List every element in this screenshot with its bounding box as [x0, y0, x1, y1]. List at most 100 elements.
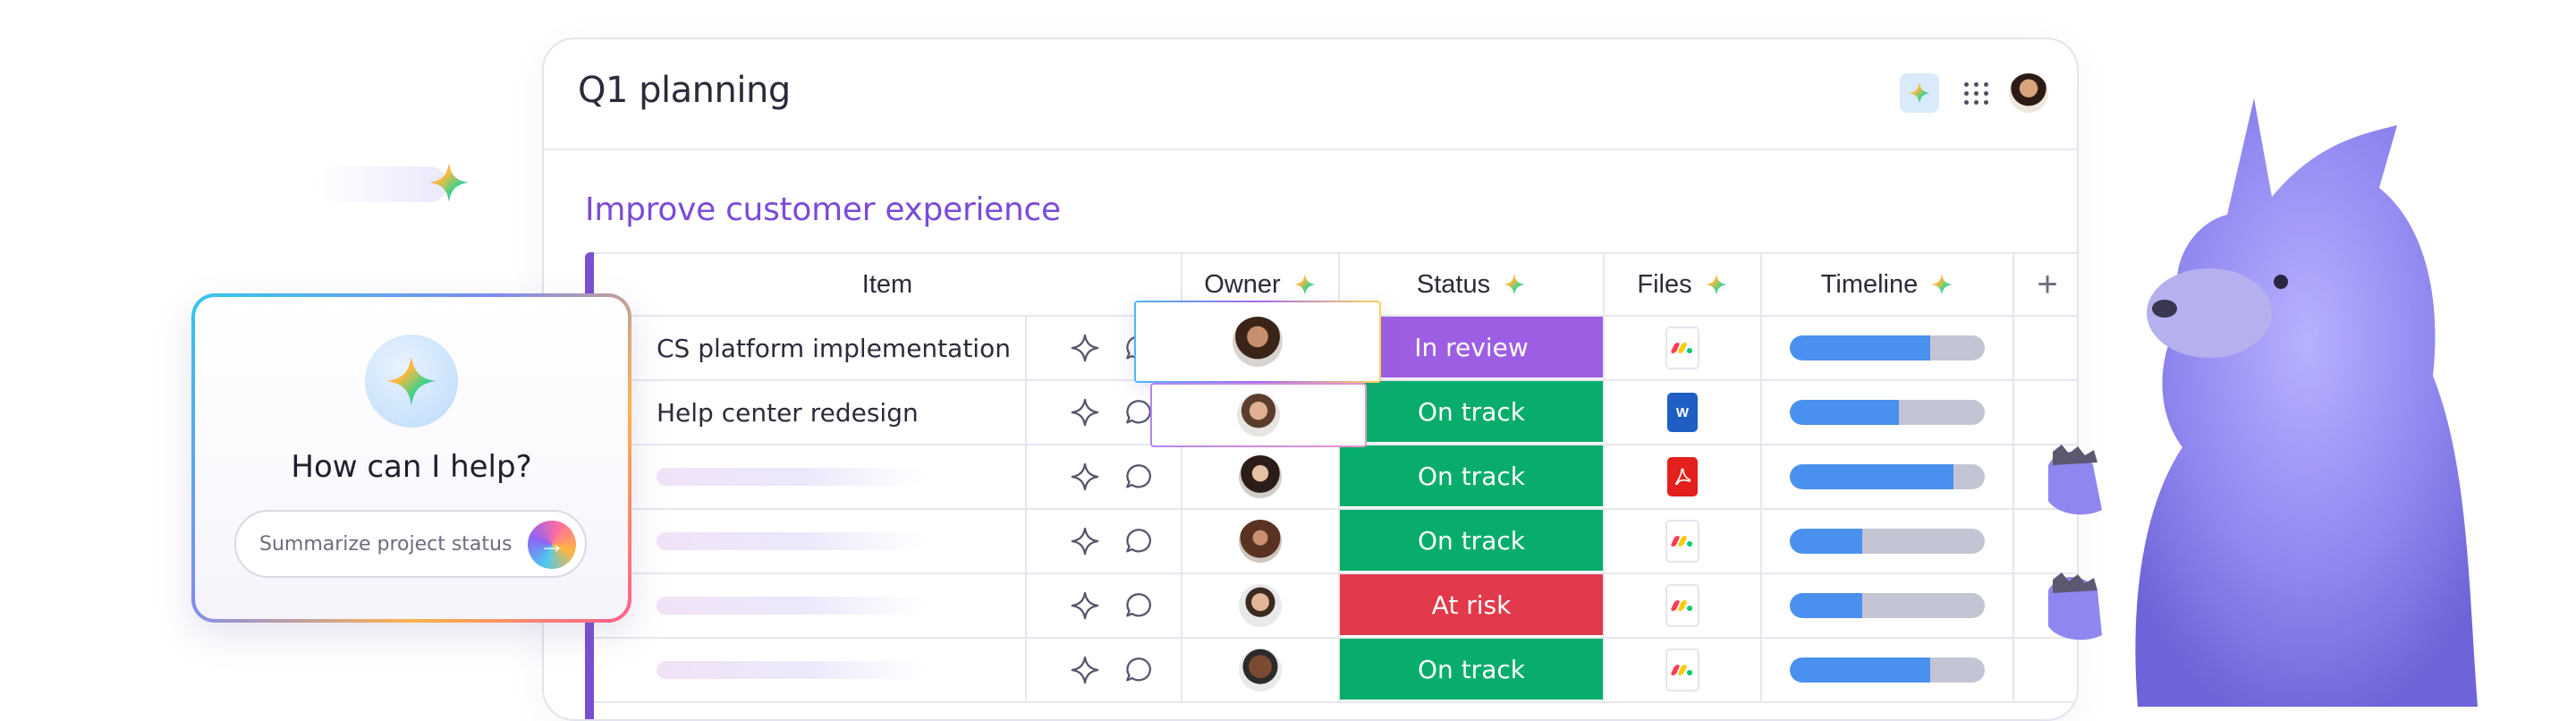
send-button[interactable]: → — [528, 521, 576, 569]
item-cell[interactable] — [594, 639, 1027, 703]
column-header-label: Owner — [1204, 269, 1281, 299]
files-cell[interactable] — [1605, 317, 1762, 381]
timeline-cell[interactable] — [1762, 510, 2014, 574]
pdf-file-icon[interactable] — [1667, 457, 1698, 496]
item-cell[interactable] — [594, 445, 1027, 510]
monday-file-icon[interactable] — [1665, 327, 1699, 369]
assistant-prompt-input[interactable]: Summarize project status → — [234, 510, 587, 578]
table-row[interactable]: On track — [594, 639, 2077, 703]
ai-sparkle-icon — [429, 163, 469, 202]
files-cell[interactable] — [1605, 445, 1762, 510]
avatar — [1233, 317, 1283, 367]
alpaca-mascot-illustration — [2048, 98, 2478, 707]
table-row[interactable]: At risk — [594, 574, 2077, 639]
column-header-label: Files — [1637, 269, 1692, 299]
timeline-bar — [1790, 529, 1985, 554]
item-actions-cell — [1027, 574, 1182, 639]
avatar — [1239, 520, 1282, 563]
comment-bubble-icon[interactable] — [1123, 590, 1154, 621]
item-actions-cell — [1027, 639, 1182, 703]
column-header-label: Item — [861, 269, 913, 299]
ai-sparkle-icon — [1931, 274, 1953, 295]
ai-assistant-button[interactable] — [1900, 73, 1939, 113]
comment-bubble-icon[interactable] — [1123, 526, 1154, 556]
ai-sparkle-outline-icon[interactable] — [1070, 397, 1100, 428]
owner-cell[interactable] — [1182, 445, 1340, 510]
avatar — [1239, 584, 1282, 627]
arrow-right-icon: → — [538, 530, 565, 559]
item-placeholder-bar — [657, 597, 925, 615]
status-label: At risk — [1340, 574, 1603, 635]
item-name: CS platform implementation — [657, 333, 1011, 363]
ai-sparkle-outline-icon[interactable] — [1070, 333, 1100, 363]
ai-sparkle-outline-icon[interactable] — [1070, 590, 1100, 621]
files-cell[interactable] — [1605, 574, 1762, 639]
item-cell[interactable] — [594, 510, 1027, 574]
group-title: Improve customer experience — [585, 191, 1061, 228]
item-placeholder-bar — [657, 532, 925, 550]
column-header-label: Timeline — [1820, 269, 1919, 299]
ai-sparkle-icon — [1909, 82, 1930, 104]
status-cell[interactable]: At risk — [1340, 574, 1605, 639]
owner-cell[interactable] — [1182, 574, 1340, 639]
comment-bubble-icon[interactable] — [1123, 462, 1154, 492]
files-cell[interactable] — [1605, 510, 1762, 574]
timeline-cell[interactable] — [1762, 639, 2014, 703]
item-name: Help center redesign — [657, 397, 919, 428]
status-cell[interactable]: On track — [1340, 381, 1605, 445]
ai-help-card: How can I help? Summarize project status… — [191, 293, 631, 623]
item-actions-cell — [1027, 510, 1182, 574]
timeline-cell[interactable] — [1762, 317, 2014, 381]
board-header: Q1 planning — [544, 39, 2077, 150]
table-row[interactable]: On track — [594, 445, 2077, 510]
avatar — [1237, 394, 1280, 437]
status-label: On track — [1340, 639, 1603, 700]
item-actions-cell — [1027, 445, 1182, 510]
monday-file-icon[interactable] — [1665, 520, 1699, 563]
item-cell[interactable]: Help center redesign — [594, 381, 1027, 445]
status-cell[interactable]: On track — [1340, 639, 1605, 703]
monday-file-icon[interactable] — [1665, 649, 1699, 691]
owner-cell-focus[interactable] — [1134, 301, 1381, 383]
assistant-prompt-text: Summarize project status — [259, 533, 513, 556]
timeline-bar — [1790, 464, 1985, 489]
timeline-cell[interactable] — [1762, 445, 2014, 510]
status-cell[interactable]: On track — [1340, 510, 1605, 574]
status-label: On track — [1340, 510, 1603, 571]
ai-sparkle-outline-icon[interactable] — [1070, 526, 1100, 556]
files-cell[interactable] — [1605, 639, 1762, 703]
status-label: On track — [1340, 445, 1603, 506]
timeline-progress — [1790, 529, 1862, 554]
monday-file-icon[interactable] — [1665, 584, 1699, 627]
ai-sparkle-outline-icon[interactable] — [1070, 462, 1100, 492]
owner-cell[interactable] — [1182, 639, 1340, 703]
owner-cell[interactable] — [1182, 510, 1340, 574]
column-header-files[interactable]: Files — [1605, 252, 1762, 317]
column-header-timeline[interactable]: Timeline — [1762, 252, 2014, 317]
item-cell[interactable] — [594, 574, 1027, 639]
timeline-progress — [1790, 464, 1954, 489]
user-avatar[interactable] — [2009, 73, 2048, 113]
column-header-item[interactable]: Item — [594, 252, 1182, 317]
ai-sparkle-icon — [1504, 274, 1526, 295]
item-cell[interactable]: CS platform implementation — [594, 317, 1027, 381]
status-cell[interactable]: On track — [1340, 445, 1605, 510]
timeline-progress — [1790, 335, 1930, 360]
ai-sparkle-outline-icon[interactable] — [1070, 655, 1100, 685]
files-cell[interactable]: W — [1605, 381, 1762, 445]
status-label: On track — [1340, 381, 1603, 442]
timeline-cell[interactable] — [1762, 574, 2014, 639]
comment-bubble-icon[interactable] — [1123, 655, 1154, 685]
timeline-cell[interactable] — [1762, 381, 2014, 445]
word-file-icon[interactable]: W — [1667, 393, 1698, 432]
comment-bubble-icon[interactable] — [1123, 397, 1154, 428]
help-title: How can I help? — [291, 449, 532, 485]
timeline-progress — [1790, 657, 1930, 683]
apps-grid-icon[interactable] — [1962, 78, 1992, 108]
ai-sparkle-icon — [386, 356, 436, 406]
timeline-bar — [1790, 400, 1985, 425]
timeline-bar — [1790, 335, 1985, 360]
owner-cell-focus[interactable] — [1150, 383, 1367, 447]
timeline-bar — [1790, 593, 1985, 618]
table-row[interactable]: On track — [594, 510, 2077, 574]
